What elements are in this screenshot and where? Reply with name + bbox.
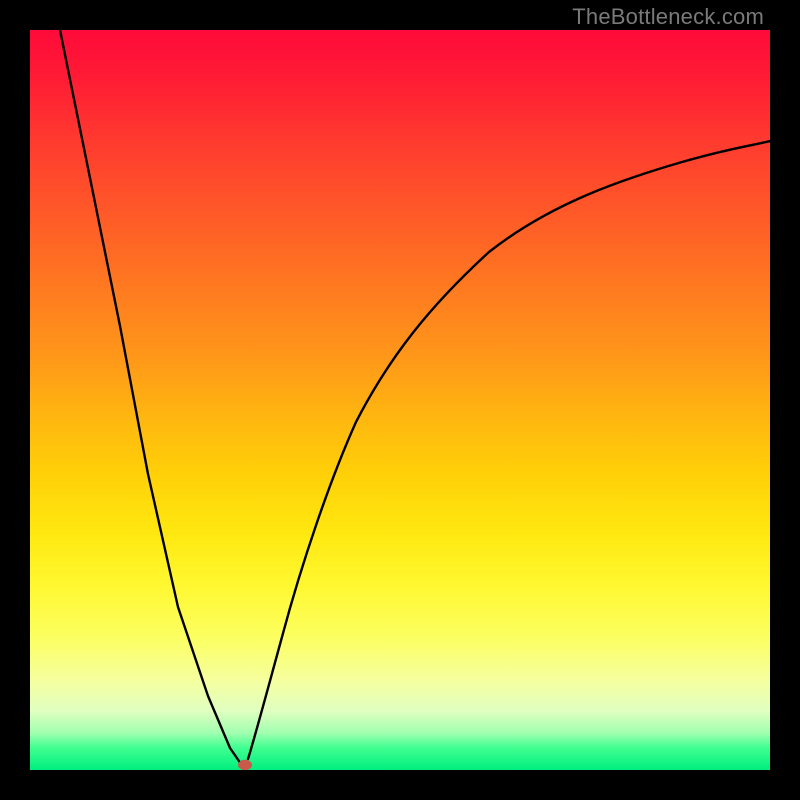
watermark-text: TheBottleneck.com bbox=[572, 4, 764, 30]
chart-frame bbox=[0, 0, 800, 800]
